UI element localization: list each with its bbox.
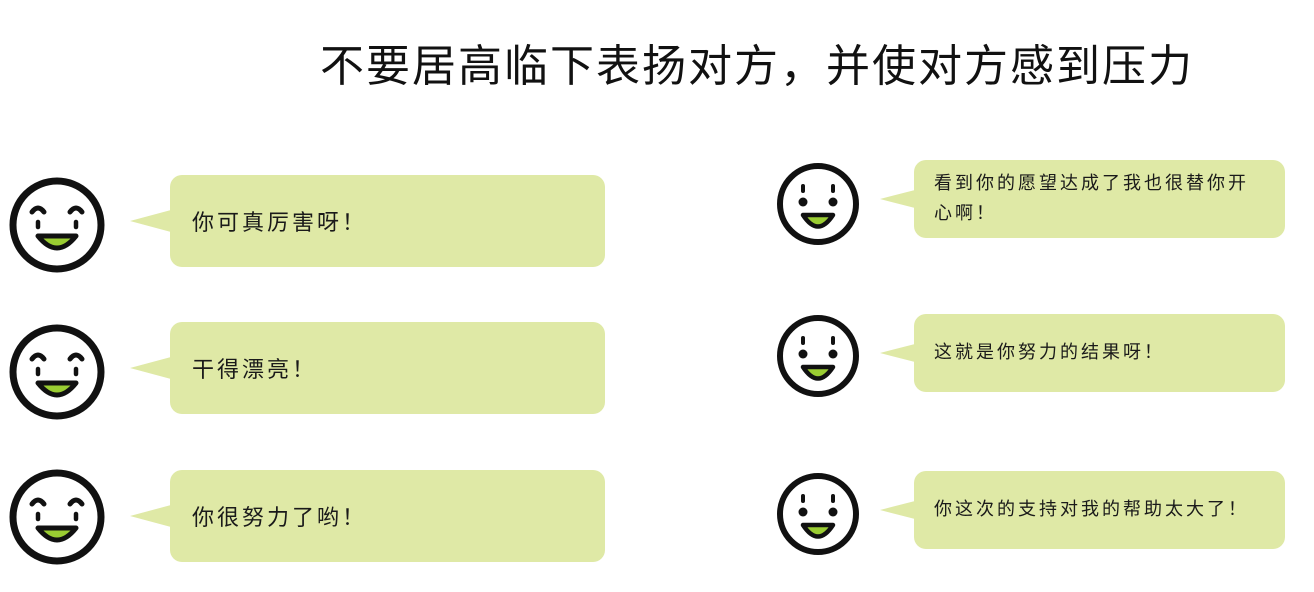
page-title: 不要居高临下表扬对方，并使对方感到压力	[320, 41, 1194, 92]
praise-bubble: 你可真厉害呀！	[170, 175, 605, 267]
praise-bubble: 这就是你努力的结果呀！	[914, 314, 1285, 392]
laughing-face-icon	[8, 176, 106, 274]
praise-text: 你这次的支持对我的帮助太大了！	[934, 499, 1249, 520]
praise-bubble: 你很努力了哟！	[170, 470, 605, 562]
smiling-face-icon	[776, 314, 860, 398]
praise-bubble: 你这次的支持对我的帮助太大了！	[914, 471, 1285, 549]
praise-text: 这就是你努力的结果呀！	[934, 342, 1165, 363]
praise-text: 你很努力了哟！	[192, 506, 368, 531]
laughing-face-icon	[8, 468, 106, 566]
smiling-face-icon	[776, 472, 860, 556]
praise-text: 干得漂亮！	[192, 358, 318, 383]
praise-text: 你可真厉害呀！	[192, 211, 368, 236]
praise-bubble: 干得漂亮！	[170, 322, 605, 414]
laughing-face-icon	[8, 323, 106, 421]
praise-text: 看到你的愿望达成了我也很替你开心啊！	[934, 173, 1249, 224]
praise-bubble: 看到你的愿望达成了我也很替你开心啊！	[914, 160, 1285, 238]
smiling-face-icon	[776, 162, 860, 246]
